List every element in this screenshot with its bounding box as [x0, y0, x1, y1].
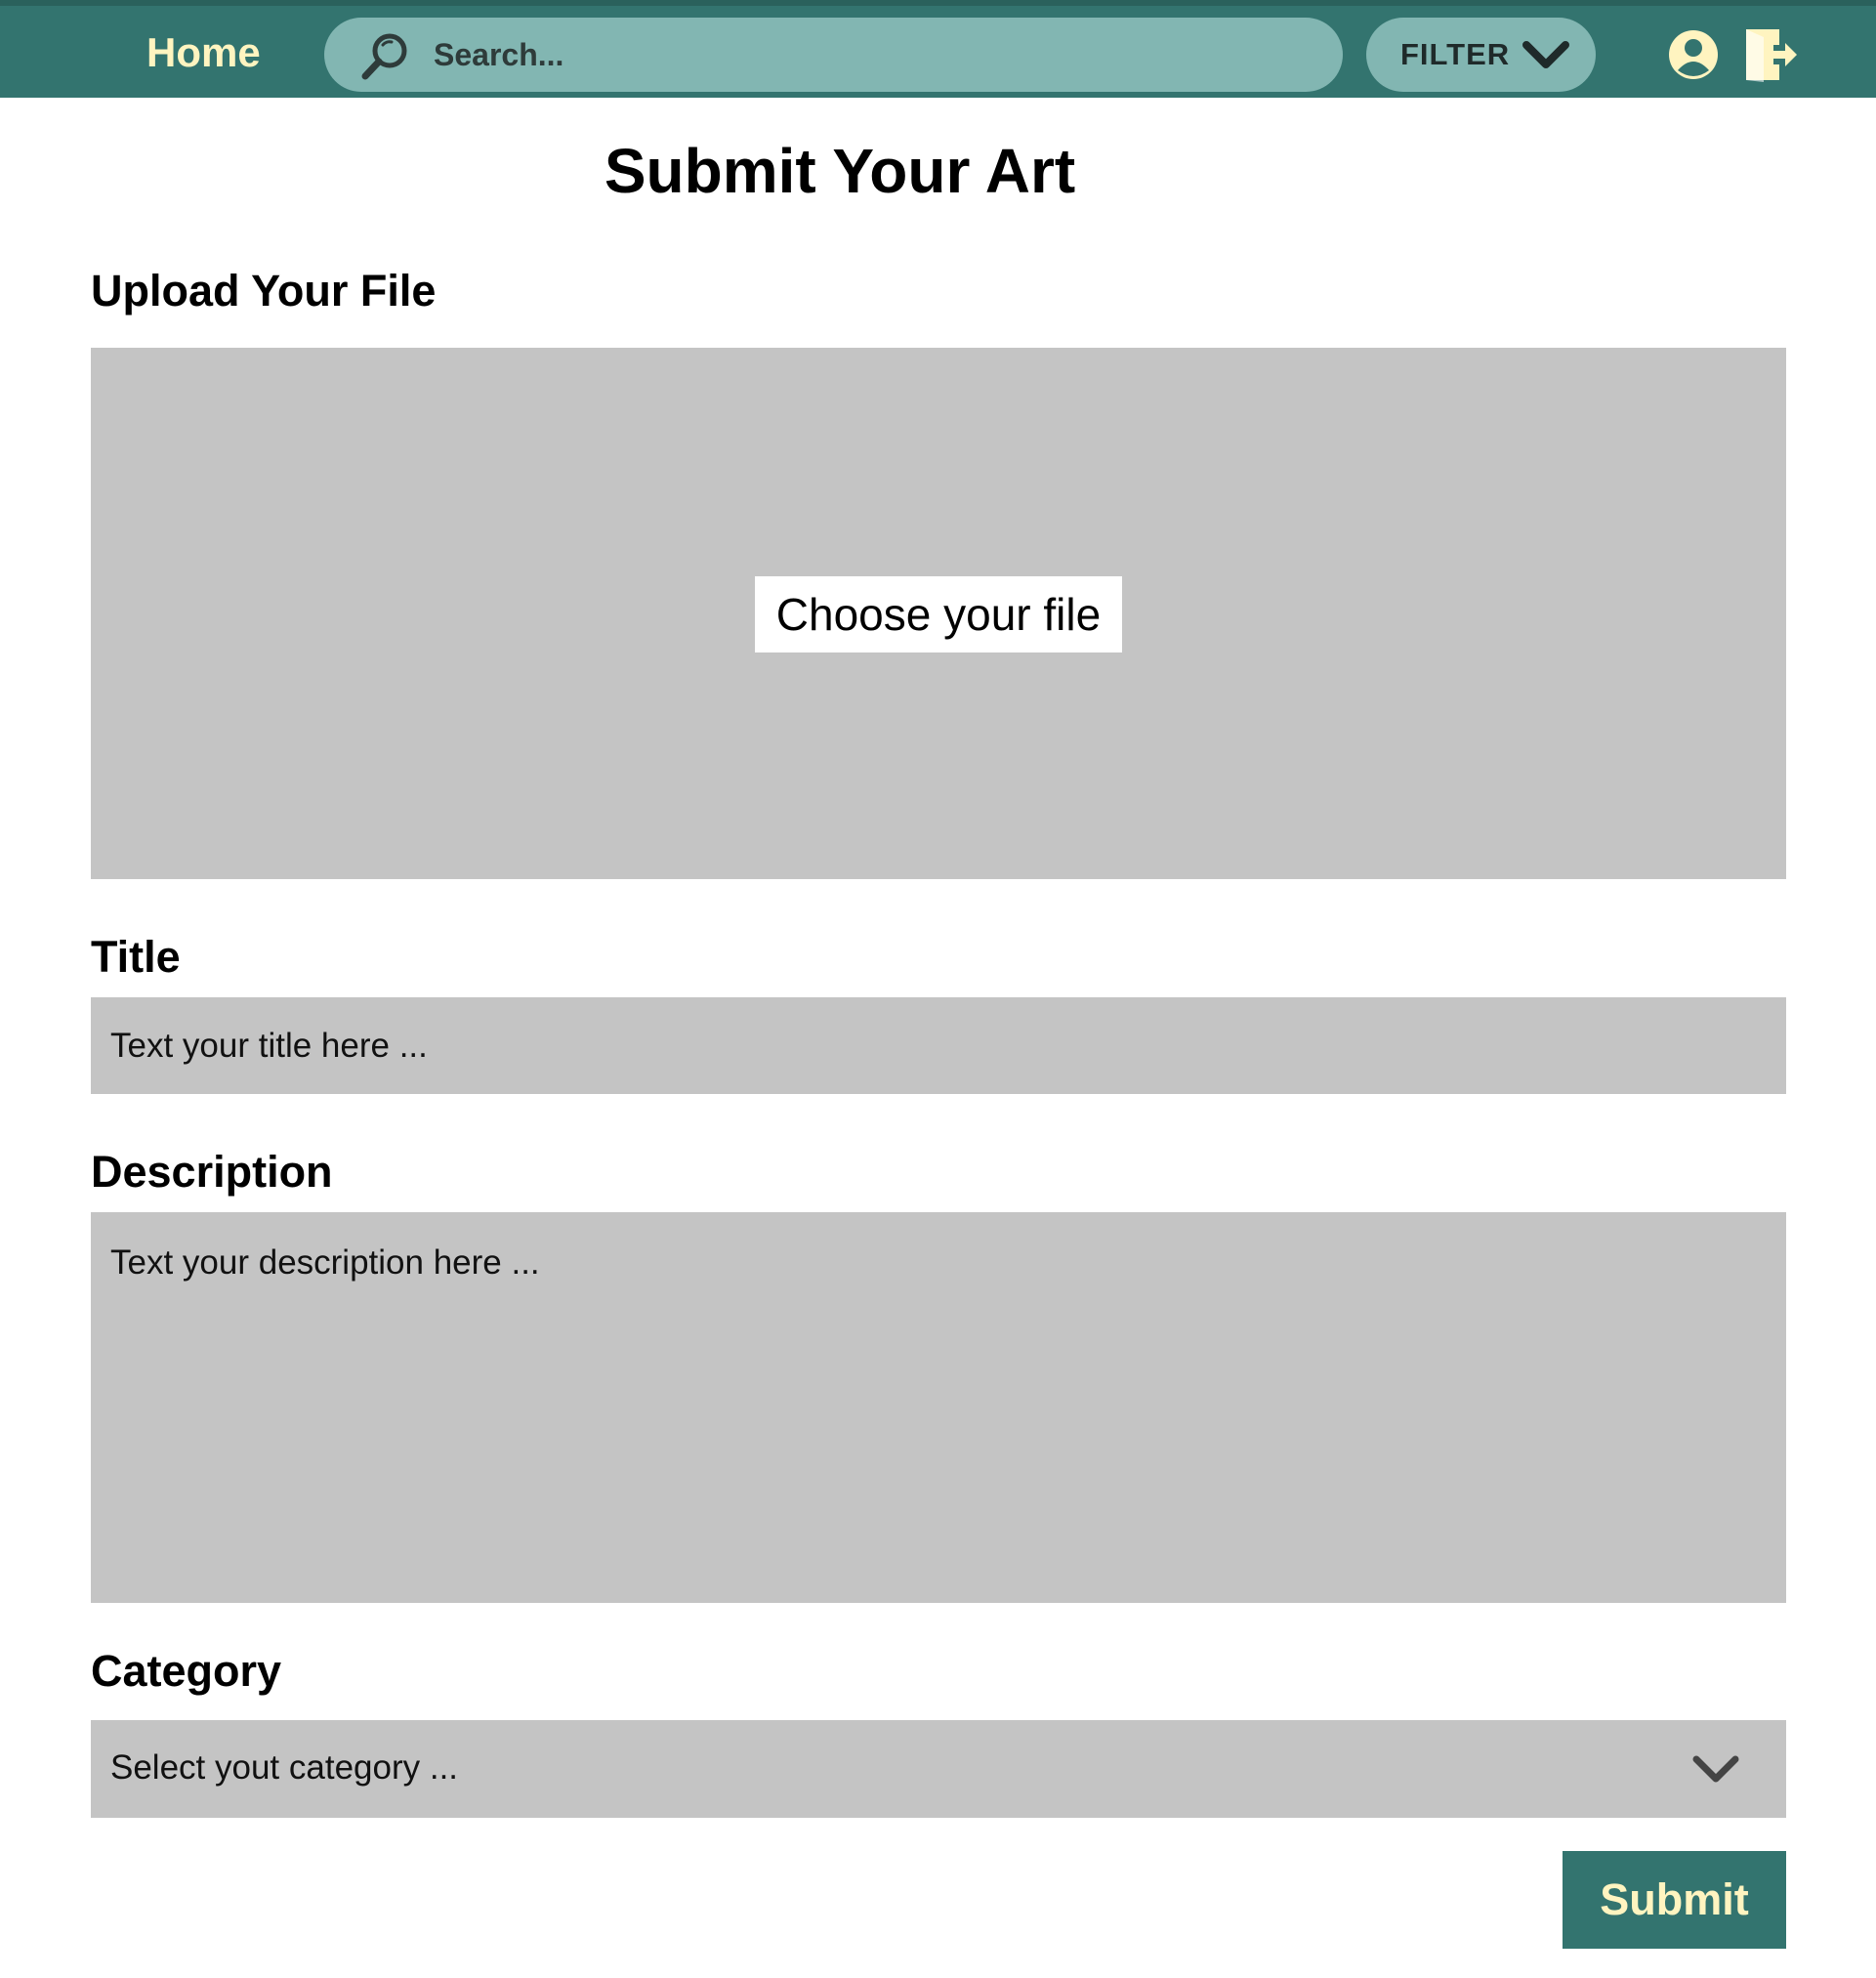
page-title: Submit Your Art: [604, 136, 1076, 206]
chevron-down-icon: [1522, 41, 1569, 68]
title-label: Title: [91, 932, 181, 982]
logout-icon[interactable]: [1744, 27, 1797, 82]
search-bar[interactable]: [324, 18, 1343, 92]
file-drop-zone[interactable]: Choose your file: [91, 348, 1786, 879]
upload-label: Upload Your File: [91, 266, 437, 316]
filter-label: FILTER: [1400, 37, 1511, 71]
description-label: Description: [91, 1147, 333, 1197]
description-textarea[interactable]: [91, 1212, 1786, 1603]
category-select[interactable]: Select yout category ...: [91, 1720, 1786, 1818]
filter-dropdown[interactable]: FILTER: [1366, 18, 1596, 92]
home-link[interactable]: Home: [146, 25, 261, 80]
chevron-down-icon: [1692, 1755, 1739, 1783]
search-input[interactable]: [432, 27, 1311, 82]
search-icon: [361, 33, 407, 80]
top-nav-bar: Home FILTER: [0, 0, 1876, 98]
category-selected-text: Select yout category ...: [110, 1748, 459, 1787]
submit-button[interactable]: Submit: [1563, 1851, 1786, 1949]
user-icon[interactable]: [1668, 29, 1719, 80]
category-label: Category: [91, 1646, 282, 1696]
choose-file-button[interactable]: Choose your file: [755, 576, 1122, 652]
title-input[interactable]: [91, 997, 1786, 1094]
